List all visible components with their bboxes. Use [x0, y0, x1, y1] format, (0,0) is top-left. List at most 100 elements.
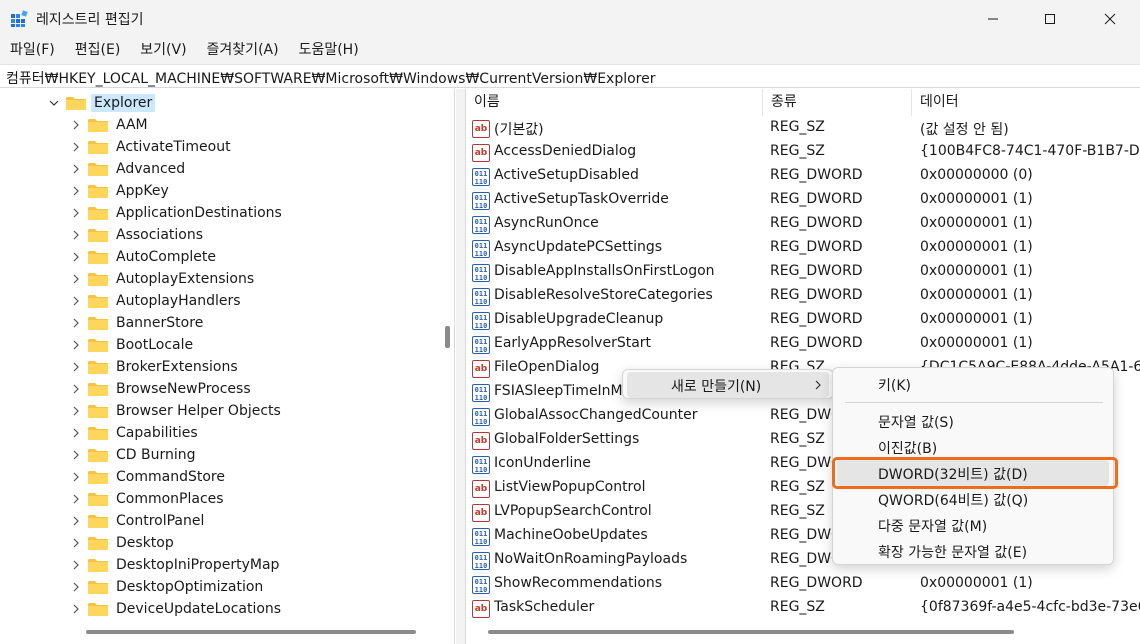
menu-file[interactable]: 파일(F): [0, 38, 65, 64]
column-header-name[interactable]: 이름: [466, 89, 763, 116]
binary-value-icon: 011 110: [472, 312, 490, 330]
value-row[interactable]: 011 110 AsyncUpdatePCSettings REG_DWORD 0x00…: [466, 237, 1140, 261]
chevron-right-icon[interactable]: [70, 114, 82, 136]
value-row[interactable]: 011 110 ShowRecommendations REG_DWORD 0x0000…: [466, 573, 1140, 597]
new-key-item[interactable]: 키(K): [837, 371, 1109, 397]
column-header-data[interactable]: 데이터: [912, 89, 1140, 116]
chevron-right-icon[interactable]: [70, 422, 82, 444]
tree-item[interactable]: AAM: [70, 114, 151, 136]
binary-value-icon: 011 110: [472, 384, 490, 402]
context-menu: 새로 만들기(N): [622, 369, 834, 399]
menu-view[interactable]: 보기(V): [130, 38, 196, 64]
chevron-right-icon[interactable]: [70, 532, 82, 554]
value-row[interactable]: ab (기본값) REG_SZ (값 설정 안 됨): [466, 117, 1140, 141]
tree-item[interactable]: AutoplayExtensions: [70, 268, 257, 290]
new-menu-item[interactable]: 새로 만들기(N): [627, 372, 829, 398]
tree-item[interactable]: Capabilities: [70, 422, 201, 444]
chevron-right-icon[interactable]: [70, 400, 82, 422]
chevron-right-icon[interactable]: [70, 598, 82, 620]
tree-item[interactable]: CommandStore: [70, 466, 228, 488]
value-row[interactable]: 011 110 DisableUpgradeCleanup REG_DWORD 0x00…: [466, 309, 1140, 333]
tree-item[interactable]: AppKey: [70, 180, 172, 202]
value-row[interactable]: ab TaskScheduler REG_SZ {0f87369f-a4e5-4cfc…: [466, 597, 1140, 621]
tree-item[interactable]: DesktopIniPropertyMap: [70, 554, 282, 576]
value-type: REG_DWORD: [770, 263, 863, 279]
tree-item[interactable]: AutoComplete: [70, 246, 219, 268]
tree-item-label: BootLocale: [116, 337, 194, 353]
value-row[interactable]: 011 110 DisableAppInstallsOnFirstLogon REG_…: [466, 261, 1140, 285]
chevron-right-icon[interactable]: [70, 290, 82, 312]
folder-icon: [88, 426, 108, 440]
tree-item-label: BannerStore: [116, 315, 204, 331]
chevron-right-icon[interactable]: [70, 202, 82, 224]
tree-item[interactable]: ControlPanel: [70, 510, 207, 532]
chevron-right-icon[interactable]: [70, 444, 82, 466]
chevron-right-icon[interactable]: [70, 268, 82, 290]
tree-item[interactable]: ActivateTimeout: [70, 136, 234, 158]
value-type: REG_DWORD: [770, 191, 863, 207]
chevron-right-icon[interactable]: [70, 246, 82, 268]
value-type: REG_DWORD: [770, 239, 863, 255]
new-qword-value-item[interactable]: QWORD(64비트) 값(Q): [837, 486, 1109, 512]
tree-item[interactable]: CommonPlaces: [70, 488, 227, 510]
address-bar[interactable]: 컴퓨터₩HKEY_LOCAL_MACHINE₩SOFTWARE₩Microsof…: [0, 64, 1140, 88]
chevron-right-icon[interactable]: [70, 334, 82, 356]
tree-item[interactable]: BootLocale: [70, 334, 196, 356]
chevron-right-icon[interactable]: [70, 312, 82, 334]
chevron-right-icon[interactable]: [70, 510, 82, 532]
value-row[interactable]: ab AccessDeniedDialog REG_SZ {100B4FC8-74C1…: [466, 141, 1140, 165]
menu-favorites[interactable]: 즐겨찾기(A): [197, 38, 289, 64]
tree-item[interactable]: DeviceUpdateLocations: [70, 598, 284, 620]
string-value-icon: ab: [472, 144, 490, 162]
chevron-right-icon[interactable]: [70, 378, 82, 400]
value-row[interactable]: 011 110 AsyncRunOnce REG_DWORD 0x00000001 (1…: [466, 213, 1140, 237]
chevron-right-icon[interactable]: [70, 576, 82, 598]
tree-item[interactable]: BannerStore: [70, 312, 206, 334]
chevron-right-icon[interactable]: [70, 158, 82, 180]
pane-splitter[interactable]: [456, 89, 465, 644]
chevron-right-icon[interactable]: [70, 224, 82, 246]
folder-icon: [88, 250, 108, 264]
key-tree-pane[interactable]: Explorer AAM ActivateTimeout Advanced AppKe…: [2, 89, 455, 644]
chevron-right-icon[interactable]: [70, 356, 82, 378]
tree-item-label: ActivateTimeout: [116, 139, 231, 155]
tree-item[interactable]: Desktop: [70, 532, 177, 554]
tree-vertical-scrollbar[interactable]: [445, 326, 450, 348]
tree-item[interactable]: CD Burning: [70, 444, 199, 466]
minimize-button[interactable]: [970, 0, 1016, 38]
value-row[interactable]: 011 110 ActiveSetupTaskOverride REG_DWORD 0x…: [466, 189, 1140, 213]
tree-item[interactable]: Advanced: [70, 158, 188, 180]
values-horizontal-scrollbar[interactable]: [488, 630, 1014, 634]
menu-help[interactable]: 도움말(H): [289, 38, 369, 64]
value-name: EarlyAppResolverStart: [494, 335, 652, 351]
address-path[interactable]: 컴퓨터₩HKEY_LOCAL_MACHINE₩SOFTWARE₩Microsof…: [6, 68, 656, 88]
chevron-down-icon[interactable]: [48, 92, 60, 114]
value-row[interactable]: 011 110 DisableResolveStoreCategories REG_D…: [466, 285, 1140, 309]
value-row[interactable]: 011 110 ActiveSetupDisabled REG_DWORD 0x0000…: [466, 165, 1140, 189]
tree-item[interactable]: AutoplayHandlers: [70, 290, 244, 312]
new-string-value-item[interactable]: 문자열 값(S): [837, 408, 1109, 434]
tree-item[interactable]: ApplicationDestinations: [70, 202, 285, 224]
tree-item[interactable]: BrowseNewProcess: [70, 378, 254, 400]
maximize-button[interactable]: [1027, 0, 1073, 38]
chevron-right-icon[interactable]: [70, 180, 82, 202]
tree-item-explorer[interactable]: Explorer: [48, 92, 156, 114]
tree-item[interactable]: Browser Helper Objects: [70, 400, 284, 422]
tree-item[interactable]: Associations: [70, 224, 206, 246]
tree-item[interactable]: BrokerExtensions: [70, 356, 241, 378]
value-row[interactable]: 011 110 EarlyAppResolverStart REG_DWORD 0x00…: [466, 333, 1140, 357]
new-expandable-string-value-item[interactable]: 확장 가능한 문자열 값(E): [837, 538, 1109, 564]
menu-edit[interactable]: 편집(E): [65, 38, 131, 64]
chevron-right-icon[interactable]: [70, 136, 82, 158]
folder-icon: [88, 580, 108, 594]
chevron-right-icon[interactable]: [70, 466, 82, 488]
chevron-right-icon[interactable]: [70, 554, 82, 576]
binary-value-icon: 011 110: [472, 408, 490, 426]
column-header-type[interactable]: 종류: [763, 89, 912, 116]
tree-item[interactable]: DesktopOptimization: [70, 576, 266, 598]
tree-horizontal-scrollbar[interactable]: [86, 630, 416, 634]
folder-icon: [88, 206, 108, 220]
chevron-right-icon[interactable]: [70, 488, 82, 510]
close-button[interactable]: [1087, 0, 1133, 38]
new-multi-string-value-item[interactable]: 다중 문자열 값(M): [837, 512, 1109, 538]
